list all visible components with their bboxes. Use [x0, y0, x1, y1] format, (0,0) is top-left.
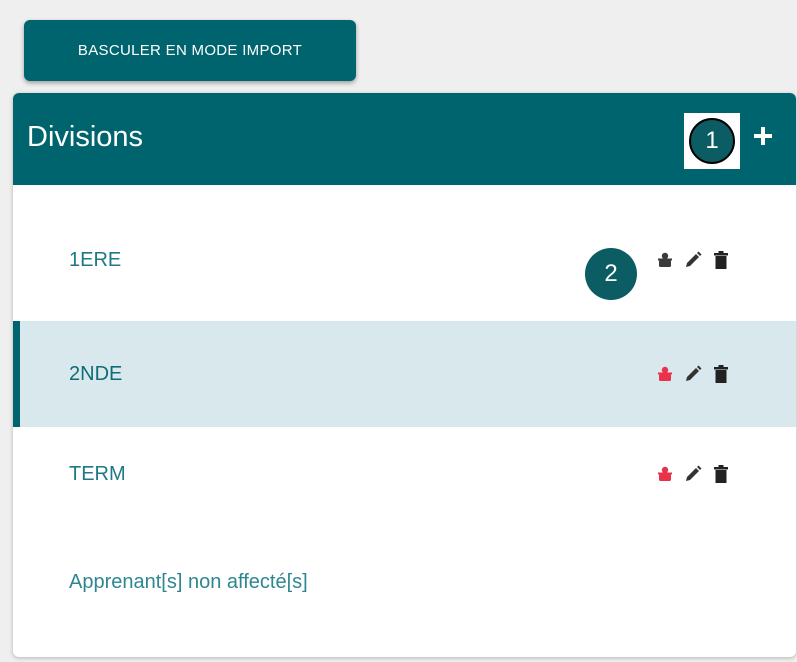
edit-icon[interactable] — [682, 463, 704, 485]
user-icon[interactable] — [654, 249, 676, 271]
step-number-badge: 2 — [585, 248, 637, 300]
panel-title: Divisions — [27, 121, 144, 153]
step-number-badge: 1 — [689, 118, 735, 164]
user-icon[interactable] — [654, 463, 676, 485]
division-label: TERM — [69, 462, 126, 485]
division-label: 1ERE — [69, 248, 122, 271]
delete-icon[interactable] — [710, 463, 732, 485]
unassigned-learners-label: Apprenant[s] non affecté[s] — [69, 570, 308, 593]
edit-icon[interactable] — [682, 363, 704, 385]
division-row-2nde[interactable]: 2NDE — [13, 321, 796, 427]
row-actions — [654, 321, 732, 427]
unassigned-learners-row[interactable]: Apprenant[s] non affecté[s] — [13, 529, 796, 635]
row-actions — [654, 421, 732, 527]
row-actions — [654, 207, 732, 313]
delete-icon[interactable] — [710, 363, 732, 385]
import-mode-button[interactable]: BASCULER EN MODE IMPORT — [24, 20, 356, 81]
edit-icon[interactable] — [682, 249, 704, 271]
division-row-1ere[interactable]: 1ERE 2 — [13, 207, 796, 313]
division-label: 2NDE — [69, 362, 123, 385]
user-icon[interactable] — [654, 363, 676, 385]
step-marker-1: 1 — [684, 113, 740, 169]
add-division-icon[interactable] — [750, 123, 776, 149]
delete-icon[interactable] — [710, 249, 732, 271]
panel-header: Divisions 1 — [13, 93, 796, 185]
division-row-term[interactable]: TERM — [13, 421, 796, 527]
divisions-panel: Divisions 1 1ERE 2 2NDE TERM Apprenant[s… — [13, 93, 796, 657]
